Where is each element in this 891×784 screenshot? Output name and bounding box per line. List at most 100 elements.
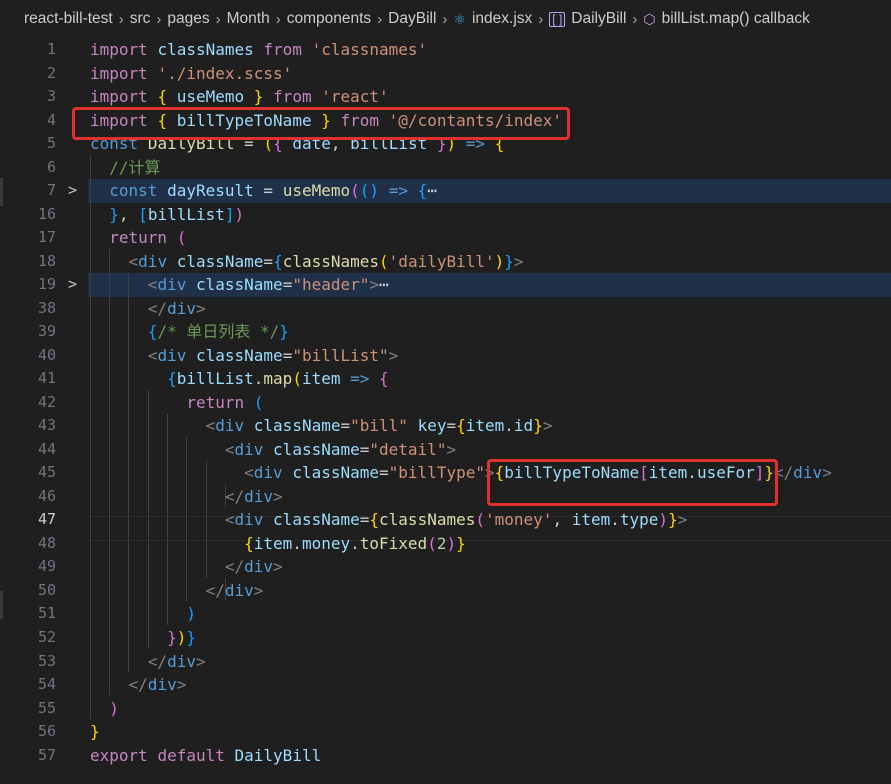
- code-token: //计算: [109, 157, 161, 177]
- breadcrumb-item[interactable]: DayBill: [388, 10, 436, 28]
- code-token: export: [90, 745, 148, 765]
- breadcrumb-item[interactable]: Month: [227, 10, 270, 28]
- code-line[interactable]: 38 </div>: [0, 297, 891, 321]
- code-line[interactable]: 48 {item.money.toFixed(2)}: [0, 532, 891, 556]
- line-number: 17: [37, 228, 56, 247]
- code-text: }, [billList]): [109, 204, 245, 224]
- code-line[interactable]: 52 })}: [0, 626, 891, 650]
- code-token: div: [234, 510, 264, 530]
- code-token: type: [619, 510, 659, 530]
- chevron-right-icon[interactable]: >: [68, 273, 77, 297]
- line-number: 16: [37, 204, 56, 223]
- breadcrumb-label: components: [286, 10, 372, 27]
- code-line[interactable]: 6 //计算: [0, 156, 891, 180]
- code-line[interactable]: 16 }, [billList]): [0, 203, 891, 227]
- breadcrumb-item[interactable]: components: [287, 10, 371, 28]
- code-token: className: [292, 463, 380, 483]
- code-token: div: [167, 651, 196, 671]
- code-line[interactable]: 3 import { useMemo } from 'react': [0, 85, 891, 109]
- breadcrumb-item[interactable]: pages: [167, 10, 209, 28]
- code-token: div: [138, 251, 168, 271]
- code-line[interactable]: 47 <div className={classNames('money', i…: [0, 508, 891, 532]
- code-line[interactable]: 1 import classNames from 'classnames': [0, 38, 891, 62]
- code-text: //计算: [90, 156, 161, 180]
- code-text: <div className="bill" key={item.id}>: [205, 416, 553, 436]
- code-token: div: [234, 439, 264, 459]
- code-text: <div className="detail">: [224, 439, 457, 459]
- code-token: div: [244, 486, 274, 506]
- code-line[interactable]: 18 <div className={classNames('dailyBill…: [0, 250, 891, 274]
- line-number: 48: [37, 533, 56, 552]
- code-token: classNames: [282, 251, 380, 271]
- code-text: <div className="billList">: [147, 345, 399, 365]
- code-token: toFixed: [359, 533, 428, 553]
- code-token: /* 单日列表 */: [157, 322, 280, 342]
- code-token: import: [90, 40, 148, 59]
- code-token: money: [301, 533, 351, 553]
- breadcrumb-item[interactable]: ⚛ index.jsx: [453, 10, 532, 28]
- box-icon: ⬡: [643, 10, 656, 27]
- code-text: ): [186, 604, 196, 624]
- code-token: billList: [176, 369, 254, 389]
- chevron-right-icon[interactable]: >: [68, 179, 77, 203]
- line-number: 55: [37, 698, 56, 717]
- code-token: div: [224, 580, 254, 600]
- code-token: default: [157, 745, 225, 765]
- chevron-right-icon: ›: [118, 10, 124, 28]
- code-line[interactable]: 44 <div className="detail">: [0, 438, 891, 462]
- code-token: id: [513, 416, 534, 436]
- code-text: {/* 单日列表 */}: [147, 322, 289, 342]
- code-token: from: [263, 40, 302, 59]
- code-text: import { useMemo } from 'react': [90, 87, 389, 107]
- code-token: 'dailyBill': [388, 251, 495, 271]
- code-token: classNames: [379, 510, 476, 530]
- breadcrumb-item[interactable]: react-bill-test: [24, 10, 113, 28]
- code-line[interactable]: 7 > const dayResult = useMemo(() => {⋯: [0, 179, 891, 203]
- line-number: 44: [37, 439, 56, 458]
- code-line[interactable]: 41 {billList.map(item => {: [0, 367, 891, 391]
- chevron-right-icon: ›: [632, 10, 638, 28]
- code-text: <div className={classNames('dailyBill')}…: [128, 251, 524, 271]
- code-token: import: [90, 87, 148, 107]
- code-line[interactable]: 57 export default DailyBill: [0, 744, 891, 768]
- code-line[interactable]: 49 </div>: [0, 555, 891, 579]
- code-token: div: [147, 675, 177, 695]
- code-line[interactable]: 19 > <div className="header">⋯: [0, 273, 891, 297]
- bracket-icon: [ ]: [549, 11, 566, 27]
- code-text: {item.money.toFixed(2)}: [244, 533, 466, 553]
- code-text: import './index.scss': [90, 62, 292, 86]
- breadcrumb-label: pages: [167, 10, 210, 27]
- code-token: item: [253, 533, 293, 553]
- code-token: item: [301, 369, 341, 389]
- code-line[interactable]: 43 <div className="bill" key={item.id}>: [0, 414, 891, 438]
- breadcrumb-item[interactable]: [ ] DailyBill: [549, 10, 626, 28]
- code-line[interactable]: 40 <div className="billList">: [0, 344, 891, 368]
- code-text: })}: [167, 628, 196, 647]
- code-line[interactable]: 53 </div>: [0, 650, 891, 674]
- line-number: 5: [46, 134, 56, 153]
- code-token: className: [253, 416, 341, 436]
- code-editor[interactable]: 1 import classNames from 'classnames' 2 imp…: [0, 38, 891, 784]
- code-line[interactable]: 42 return (: [0, 391, 891, 415]
- breadcrumb-label: react-bill-test: [24, 10, 113, 27]
- react-icon: ⚛: [453, 10, 466, 27]
- code-line[interactable]: 55 ): [0, 697, 891, 721]
- breadcrumb-label: billList.map() callback: [661, 10, 810, 27]
- breadcrumb-item[interactable]: ⬡ billList.map() callback: [643, 10, 809, 28]
- chevron-right-icon: ›: [442, 10, 448, 28]
- code-line[interactable]: 39 {/* 单日列表 */}: [0, 320, 891, 344]
- code-line[interactable]: 50 </div>: [0, 579, 891, 603]
- code-line[interactable]: 54 </div>: [0, 673, 891, 697]
- chevron-right-icon: ›: [377, 10, 383, 28]
- code-token: className: [176, 251, 264, 271]
- line-number: 7: [46, 181, 56, 200]
- code-token: 'money': [485, 510, 553, 530]
- code-token: import: [90, 63, 148, 83]
- code-line[interactable]: 51 ): [0, 602, 891, 626]
- code-text: </div>: [147, 651, 206, 671]
- code-line[interactable]: 17 return (: [0, 226, 891, 250]
- breadcrumb-item[interactable]: src: [130, 10, 151, 28]
- breadcrumb: react-bill-test › src › pages › Month › componen…: [0, 0, 891, 38]
- code-line[interactable]: 56}: [0, 720, 891, 744]
- code-line[interactable]: 2 import './index.scss': [0, 62, 891, 86]
